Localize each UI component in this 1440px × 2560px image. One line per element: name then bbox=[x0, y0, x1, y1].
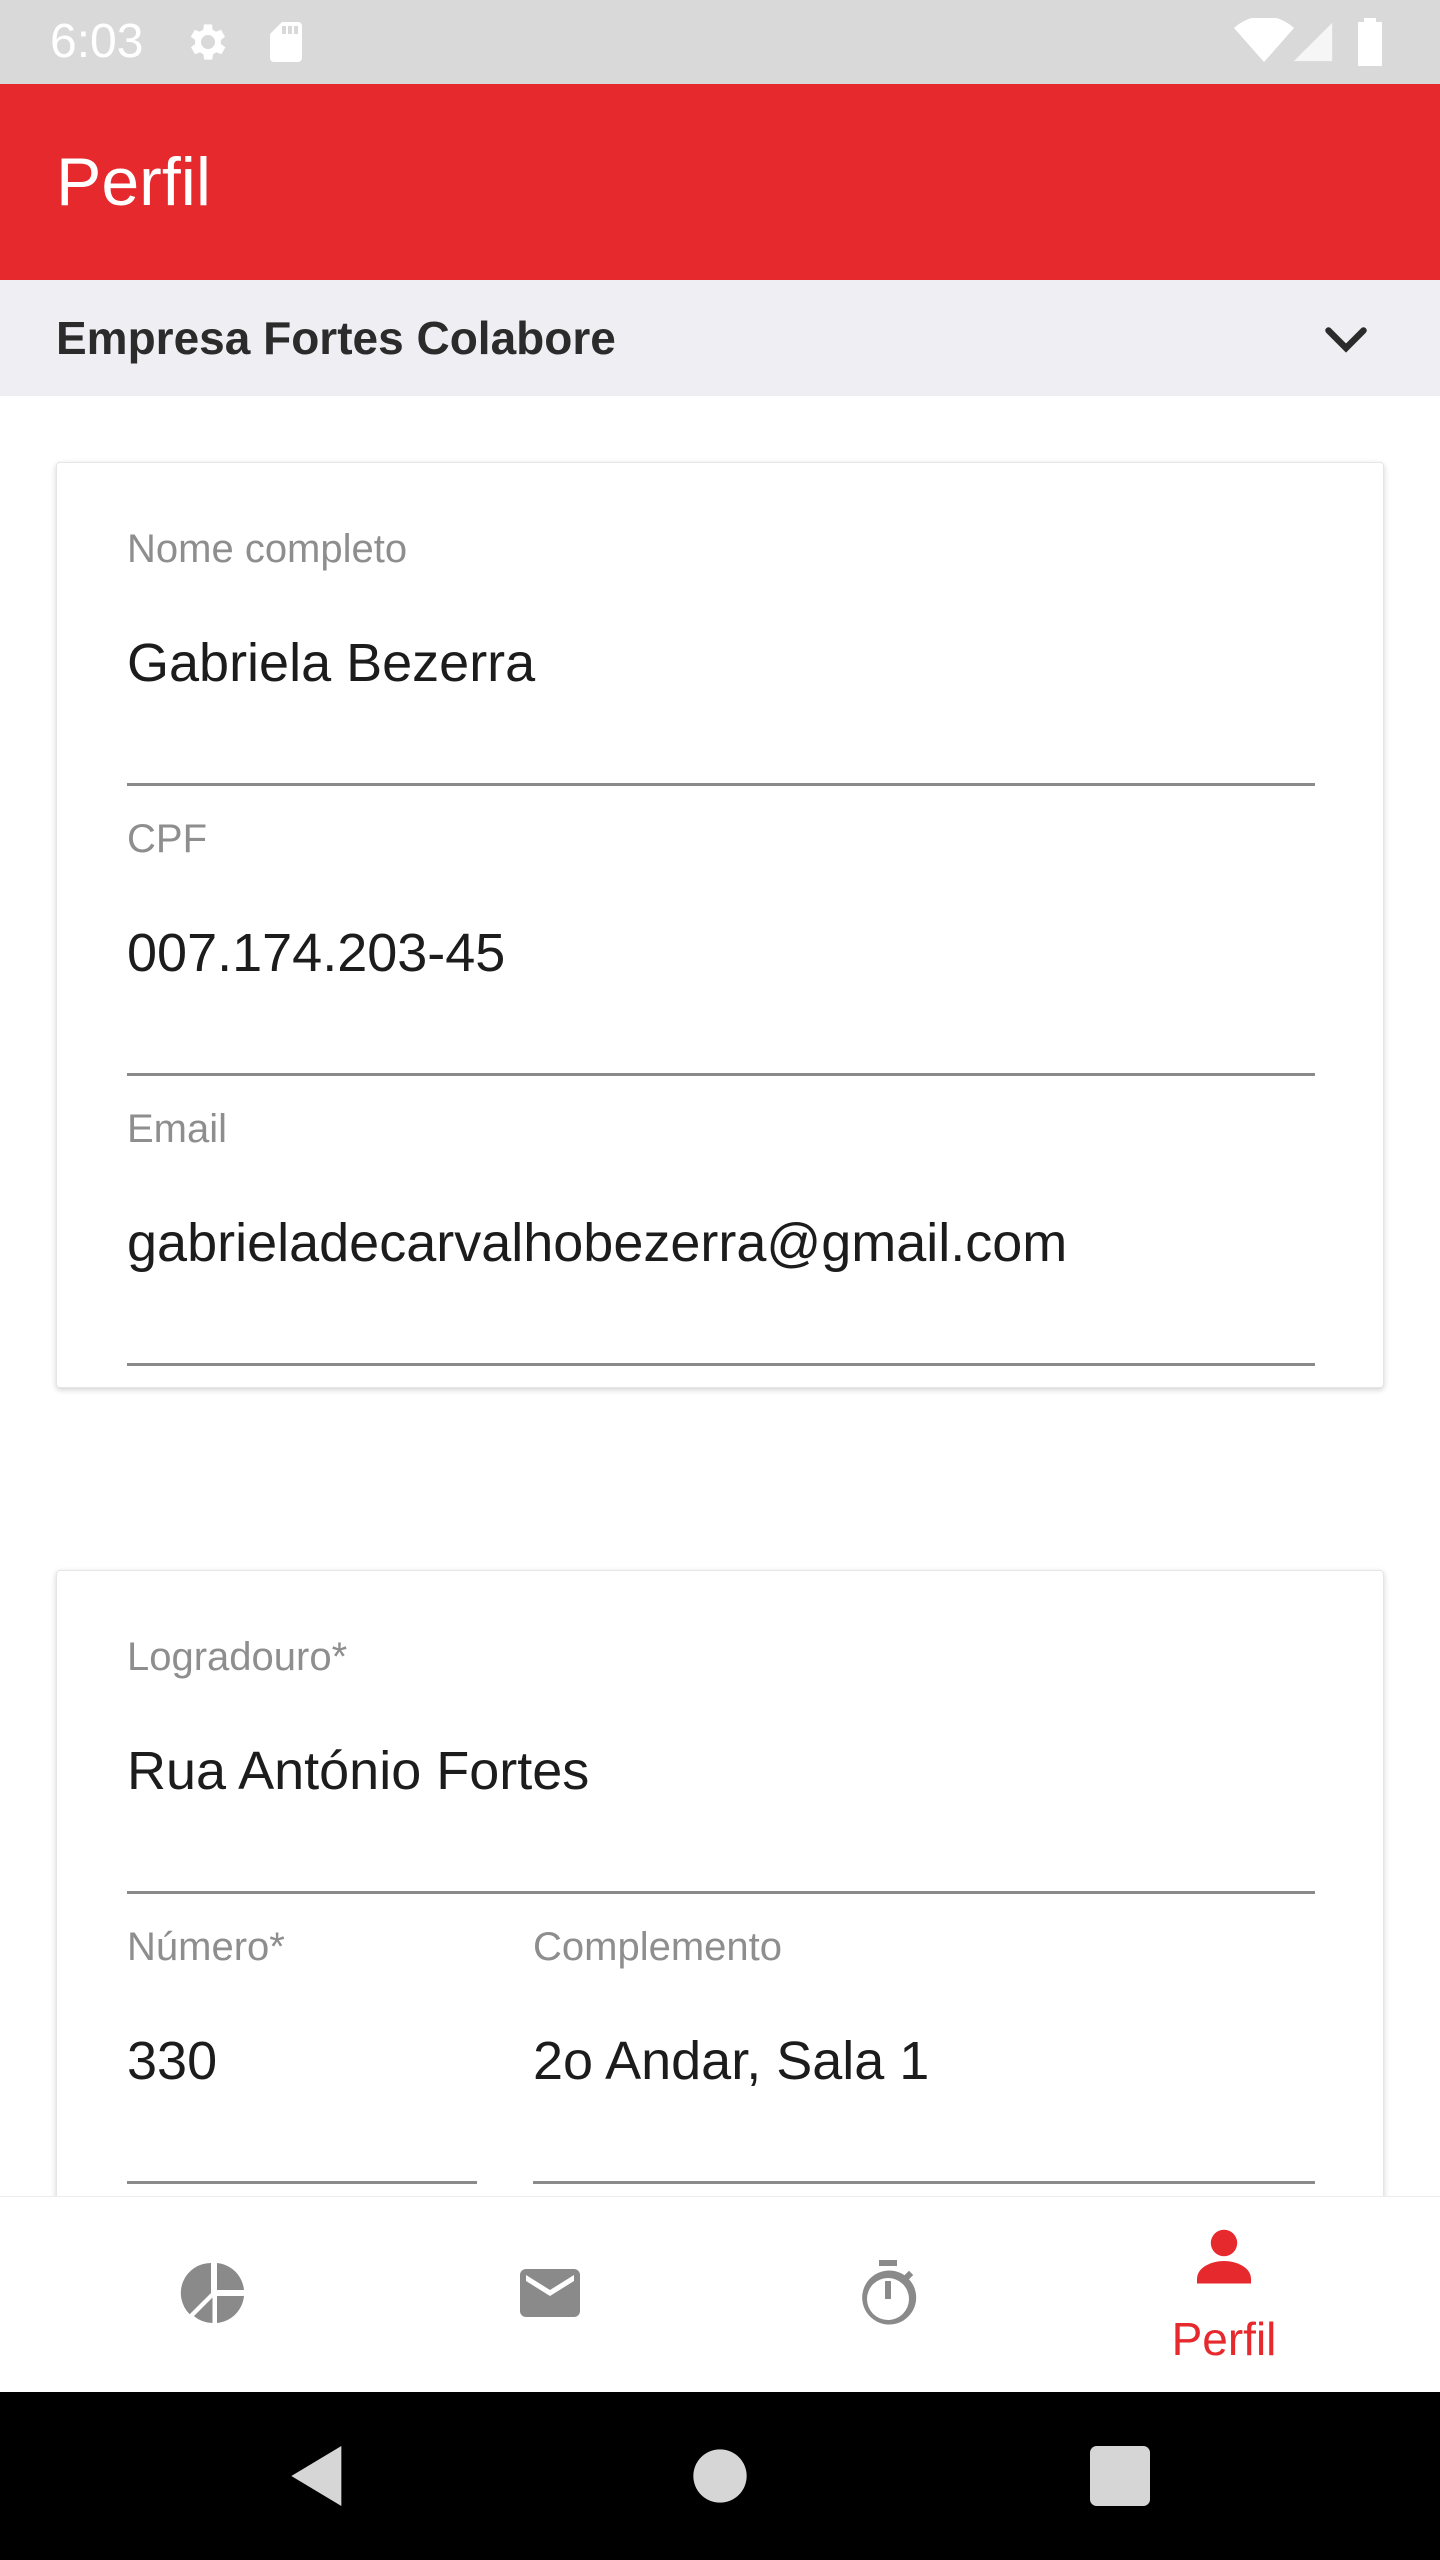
personal-info-card: Nome completo Gabriela Bezerra CPF 007.1… bbox=[56, 462, 1384, 1388]
app-bar: Perfil bbox=[0, 84, 1440, 280]
complement-field[interactable]: Complemento 2o Andar, Sala 1 bbox=[533, 1923, 1315, 2184]
number-field[interactable]: Número* 330 bbox=[127, 1923, 477, 2184]
full-name-field[interactable]: Nome completo Gabriela Bezerra bbox=[127, 525, 1315, 786]
nav-item-timer[interactable] bbox=[778, 2197, 998, 2393]
recents-icon[interactable] bbox=[1080, 2436, 1160, 2516]
email-field[interactable]: Email gabrieladecarvalhobezerra@gmail.co… bbox=[127, 1105, 1315, 1366]
page-title: Perfil bbox=[56, 144, 211, 220]
complement-underline bbox=[533, 2181, 1315, 2184]
system-navigation-bar bbox=[0, 2392, 1440, 2560]
complement-label: Complemento bbox=[533, 1925, 783, 1969]
full-name-input[interactable]: Gabriela Bezerra bbox=[127, 631, 535, 695]
cpf-label: CPF bbox=[127, 817, 207, 861]
mail-icon bbox=[520, 2269, 580, 2317]
street-input[interactable]: Rua António Fortes bbox=[127, 1739, 589, 1803]
person-icon bbox=[1197, 2229, 1251, 2284]
street-field[interactable]: Logradouro* Rua António Fortes bbox=[127, 1633, 1315, 1894]
signal-icon bbox=[1293, 22, 1333, 62]
email-underline bbox=[127, 1363, 1315, 1366]
settings-icon bbox=[190, 24, 226, 60]
full-name-underline bbox=[127, 783, 1315, 786]
home-icon[interactable] bbox=[680, 2436, 760, 2516]
company-selector[interactable]: Empresa Fortes Colabore bbox=[0, 280, 1440, 396]
status-bar: 6:03 bbox=[0, 0, 1440, 84]
full-name-label: Nome completo bbox=[127, 527, 408, 571]
profile-screen: 6:03 Perfil Empresa Fortes Colabore Nome… bbox=[0, 0, 1440, 2560]
cpf-field[interactable]: CPF 007.174.203-45 bbox=[127, 815, 1315, 1076]
wifi-icon bbox=[1234, 18, 1294, 62]
battery-icon bbox=[1358, 18, 1382, 66]
back-icon[interactable] bbox=[278, 2436, 358, 2516]
cpf-underline bbox=[127, 1073, 1315, 1076]
bottom-navigation: Perfil bbox=[0, 2196, 1440, 2392]
cpf-input[interactable]: 007.174.203-45 bbox=[127, 921, 505, 985]
nav-item-dashboard[interactable] bbox=[104, 2197, 324, 2393]
nav-item-profile[interactable]: Perfil bbox=[1114, 2197, 1334, 2393]
street-underline bbox=[127, 1891, 1315, 1894]
email-input[interactable]: gabrieladecarvalhobezerra@gmail.com bbox=[127, 1211, 1067, 1275]
stopwatch-icon bbox=[862, 2260, 917, 2325]
email-label: Email bbox=[127, 1107, 228, 1151]
pie-chart-icon bbox=[180, 2262, 244, 2323]
street-label: Logradouro* bbox=[127, 1635, 348, 1679]
chevron-down-icon[interactable] bbox=[1316, 308, 1376, 368]
company-name: Empresa Fortes Colabore bbox=[56, 312, 616, 364]
sd-card-icon bbox=[270, 22, 302, 62]
status-time: 6:03 bbox=[50, 15, 144, 68]
number-underline bbox=[127, 2181, 477, 2184]
nav-label-profile: Perfil bbox=[1171, 2313, 1277, 2365]
number-label: Número* bbox=[127, 1925, 285, 1969]
complement-input[interactable]: 2o Andar, Sala 1 bbox=[533, 2029, 929, 2093]
number-input[interactable]: 330 bbox=[127, 2029, 217, 2093]
nav-item-messages[interactable] bbox=[440, 2197, 660, 2393]
